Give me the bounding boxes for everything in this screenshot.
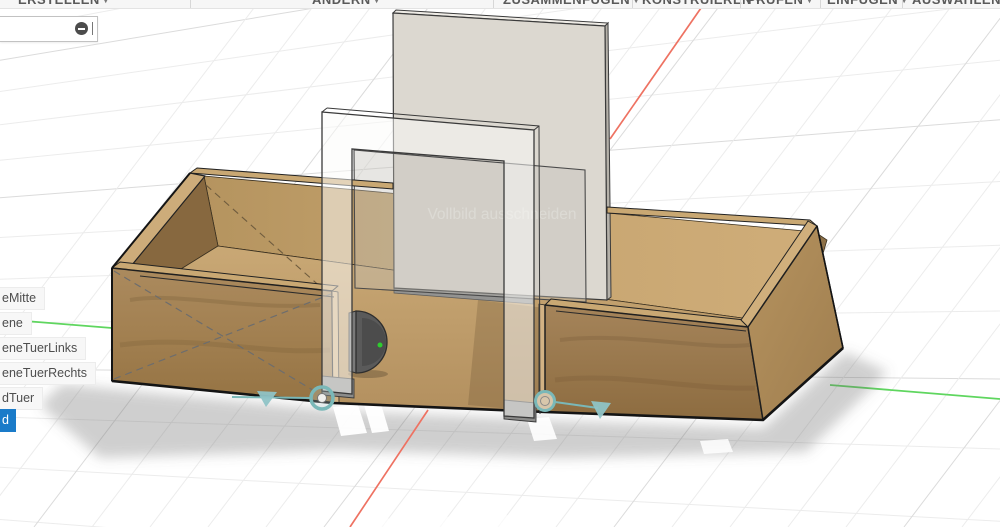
chevron-down-icon: ▾ [104,0,109,5]
text-cursor [92,22,93,35]
menu-pruefen[interactable]: PRÜFEN▾ [747,0,812,7]
toolbar-divider [190,0,191,8]
axis-red-upper [610,8,701,139]
minus-circle-icon[interactable] [75,22,88,35]
inner-glass-panel[interactable] [354,150,586,302]
origin-dot [378,343,383,348]
menu-erstellen[interactable]: ERSTELLEN▾ [18,0,108,7]
plane-label-ebene[interactable]: ene [0,312,32,335]
3d-viewport-canvas[interactable]: Vollbild ausschneiden [0,0,1000,527]
chevron-down-icon: ▾ [375,0,380,5]
menu-zusammenfuegen[interactable]: ZUSAMMENFÜGEN▾ [503,0,639,7]
menu-konstruieren[interactable]: KONSTRUIEREN▾ [642,0,761,7]
plane-label-tuer-rechts[interactable]: eneTuerRechts [0,362,96,385]
toolbar-divider [820,0,821,8]
toolbar-divider [632,0,633,8]
plane-label-tuer-links[interactable]: eneTuerLinks [0,337,86,360]
plane-label-wand-tuer[interactable]: dTuer [0,387,43,410]
menu-auswaehlen[interactable]: AUSWÄHLEN▾ [912,0,1000,7]
toolbar-divider [740,0,741,8]
plane-label-mitte[interactable]: eMitte [0,287,45,310]
toolbar-divider [902,0,903,8]
floating-input[interactable] [0,16,98,42]
menu-aendern[interactable]: ÄNDERN▾ [312,0,379,7]
plane-label-selected[interactable]: d [0,409,16,432]
toolbar: ERSTELLEN▾ ÄNDERN▾ ZUSAMMENFÜGEN▾ KONSTR… [0,0,1000,9]
chevron-down-icon: ▾ [807,0,812,5]
menu-einfuegen[interactable]: EINFÜGEN▾ [827,0,907,7]
app-window: Vollbild ausschneiden [0,0,1000,527]
toolbar-divider [493,0,494,8]
chevron-down-icon: ▾ [634,0,639,5]
